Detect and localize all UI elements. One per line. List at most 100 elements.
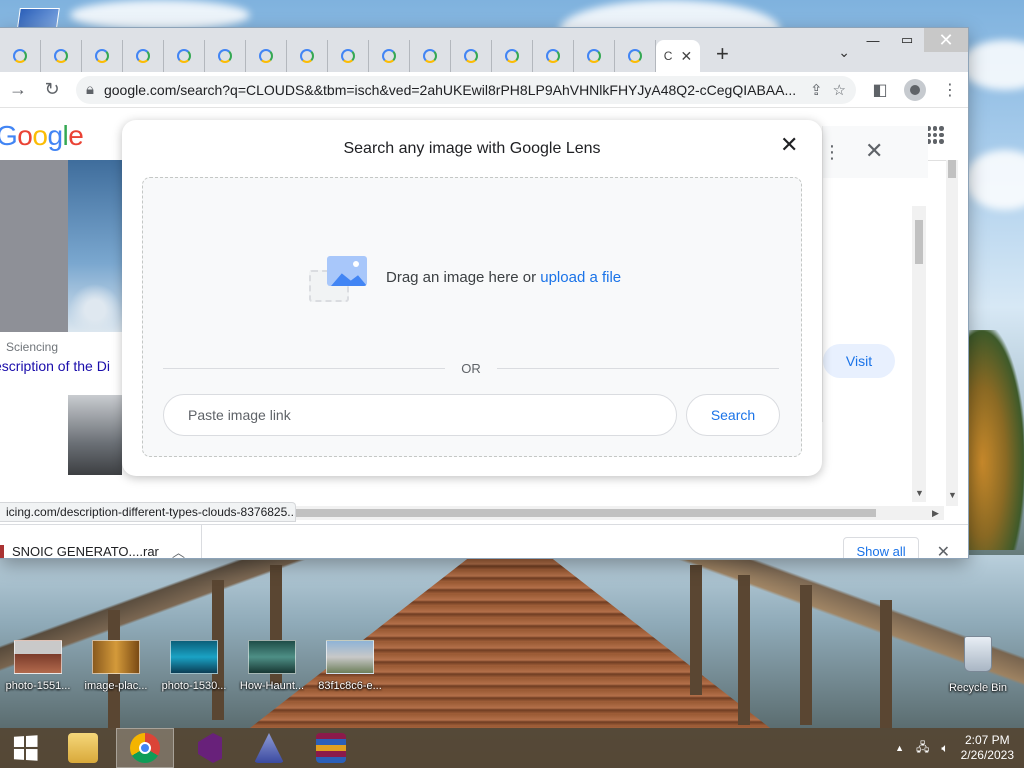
browser-tab[interactable] — [410, 40, 451, 72]
preview-scrollbar[interactable]: ▼ — [912, 206, 926, 502]
reload-icon[interactable]: ↻ — [42, 79, 62, 100]
volume-icon[interactable]: 🔈︎ — [941, 741, 948, 756]
result-image[interactable] — [68, 395, 122, 475]
google-favicon-icon — [13, 49, 27, 63]
or-divider: OR — [163, 361, 779, 376]
browser-tab[interactable] — [287, 40, 328, 72]
clock[interactable]: 2:07 PM 2/26/2023 — [961, 733, 1014, 763]
result-source: Sciencing — [6, 340, 59, 354]
result-title-link[interactable]: escription of the Di — [0, 358, 122, 374]
tab-strip: C ✕ + ⌄ — ▭ ✕ — [0, 28, 968, 72]
desktop-icon-83f1c8c6[interactable]: 83f1c8c6-e... — [312, 640, 388, 692]
dialog-title: Search any image with Google Lens — [343, 140, 601, 157]
desktop-icon-photo-1[interactable]: photo-1551... — [0, 640, 76, 692]
image-thumbnail-icon — [92, 640, 140, 674]
image-upload-icon — [309, 256, 369, 302]
start-button[interactable] — [0, 728, 50, 768]
browser-tab-active[interactable]: C ✕ — [656, 40, 700, 72]
taskbar-visual-studio[interactable] — [178, 728, 236, 768]
browser-tab[interactable] — [164, 40, 205, 72]
browser-tab[interactable] — [369, 40, 410, 72]
more-options-icon[interactable]: ⋮ — [823, 142, 841, 163]
browser-tab[interactable] — [574, 40, 615, 72]
browser-tab[interactable] — [328, 40, 369, 72]
close-dialog-icon[interactable]: ✕ — [780, 132, 798, 158]
download-item[interactable]: SNOIC GENERATO....rar ︿ — [0, 524, 202, 558]
close-downloads-icon[interactable]: ✕ — [937, 542, 950, 559]
result-image[interactable] — [0, 160, 122, 332]
winrar-icon — [316, 733, 346, 763]
new-tab-button[interactable]: + — [716, 41, 729, 67]
google-favicon-icon — [300, 49, 314, 63]
desktop-icon-how-haunt[interactable]: How-Haunt... — [234, 640, 310, 692]
share-icon[interactable]: ⇪ — [810, 81, 823, 99]
browser-tab[interactable] — [492, 40, 533, 72]
show-hidden-icons-icon[interactable]: ▲ — [895, 743, 904, 753]
browser-tab[interactable] — [0, 40, 41, 72]
recycle-bin-icon — [964, 636, 992, 672]
address-bar[interactable]: 🔒︎ google.com/search?q=CLOUDS&&tbm=isch&… — [76, 75, 856, 104]
google-apps-icon[interactable] — [926, 126, 944, 144]
search-button[interactable]: Search — [686, 394, 780, 436]
close-preview-icon[interactable]: ✕ — [865, 138, 883, 164]
visual-studio-icon — [198, 733, 222, 763]
browser-tab[interactable] — [615, 40, 656, 72]
browser-tab[interactable] — [123, 40, 164, 72]
visit-button[interactable]: Visit — [823, 344, 895, 378]
scrollbar-thumb[interactable] — [915, 220, 923, 264]
desktop-icon-photo-2[interactable]: photo-1530... — [156, 640, 232, 692]
taskbar-chrome[interactable] — [116, 728, 174, 768]
network-icon[interactable]: 🖧 — [916, 738, 929, 759]
forward-arrow-icon[interactable]: → — [8, 79, 28, 100]
google-favicon-icon — [382, 49, 396, 63]
download-file-name[interactable]: SNOIC GENERATO....rar — [12, 544, 164, 558]
page-vertical-scrollbar[interactable]: ▼ — [946, 160, 958, 506]
menu-kebab-icon[interactable]: ⋮ — [940, 80, 960, 100]
scrollbar-thumb[interactable] — [290, 509, 876, 517]
side-panel-icon[interactable]: ◧ — [870, 80, 890, 100]
chrome-icon — [130, 733, 160, 763]
google-favicon-icon — [587, 49, 601, 63]
browser-tab[interactable] — [82, 40, 123, 72]
link-status-bar: icing.com/description-different-types-cl… — [0, 502, 296, 522]
close-window-button[interactable]: ✕ — [924, 28, 968, 52]
desktop-icon-image-plac[interactable]: image-plac... — [78, 640, 154, 692]
windows-logo-icon — [13, 735, 38, 761]
google-favicon-icon — [95, 49, 109, 63]
google-favicon-icon — [628, 49, 642, 63]
taskbar-winrar[interactable] — [302, 728, 360, 768]
browser-tab[interactable] — [246, 40, 287, 72]
minimize-button[interactable]: — — [856, 28, 890, 52]
lock-icon[interactable]: 🔒︎ — [86, 81, 94, 98]
google-lens-dialog: Search any image with Google Lens ✕ Drag… — [122, 120, 822, 476]
browser-tab[interactable] — [451, 40, 492, 72]
taskbar-app-triangle[interactable] — [240, 728, 298, 768]
browser-tab[interactable] — [533, 40, 574, 72]
google-logo[interactable]: Google — [0, 120, 84, 152]
url-text[interactable]: google.com/search?q=CLOUDS&&tbm=isch&ved… — [104, 82, 800, 98]
google-favicon-icon — [464, 49, 478, 63]
tab-search-button[interactable]: ⌄ — [838, 44, 850, 61]
bookmark-star-icon[interactable]: ☆ — [833, 81, 846, 99]
browser-tab[interactable] — [41, 40, 82, 72]
recycle-bin[interactable]: Recycle Bin — [940, 636, 1016, 694]
scrollbar-thumb[interactable] — [948, 160, 956, 178]
show-all-button[interactable]: Show all — [843, 536, 919, 558]
downloads-bar: SNOIC GENERATO....rar ︿ Show all ✕ — [0, 524, 968, 558]
close-tab-icon[interactable]: ✕ — [680, 48, 692, 65]
profile-avatar-icon[interactable] — [904, 78, 926, 101]
folder-icon — [68, 733, 98, 763]
chevron-up-icon[interactable]: ︿ — [172, 542, 185, 558]
maximize-button[interactable]: ▭ — [890, 28, 924, 52]
taskbar-file-explorer[interactable] — [54, 728, 112, 768]
browser-toolbar: → ↻ 🔒︎ google.com/search?q=CLOUDS&&tbm=i… — [0, 72, 968, 108]
browser-tab[interactable] — [205, 40, 246, 72]
google-favicon-icon — [54, 49, 68, 63]
google-favicon-icon — [505, 49, 519, 63]
triangle-app-icon — [254, 733, 284, 763]
image-drop-zone[interactable]: Drag an image here or upload a file OR S… — [142, 177, 802, 457]
image-link-input[interactable] — [163, 394, 677, 436]
system-tray: ▲ 🖧 🔈︎ 2:07 PM 2/26/2023 — [895, 733, 1024, 763]
google-favicon-icon — [259, 49, 273, 63]
upload-file-link[interactable]: upload a file — [540, 269, 621, 286]
